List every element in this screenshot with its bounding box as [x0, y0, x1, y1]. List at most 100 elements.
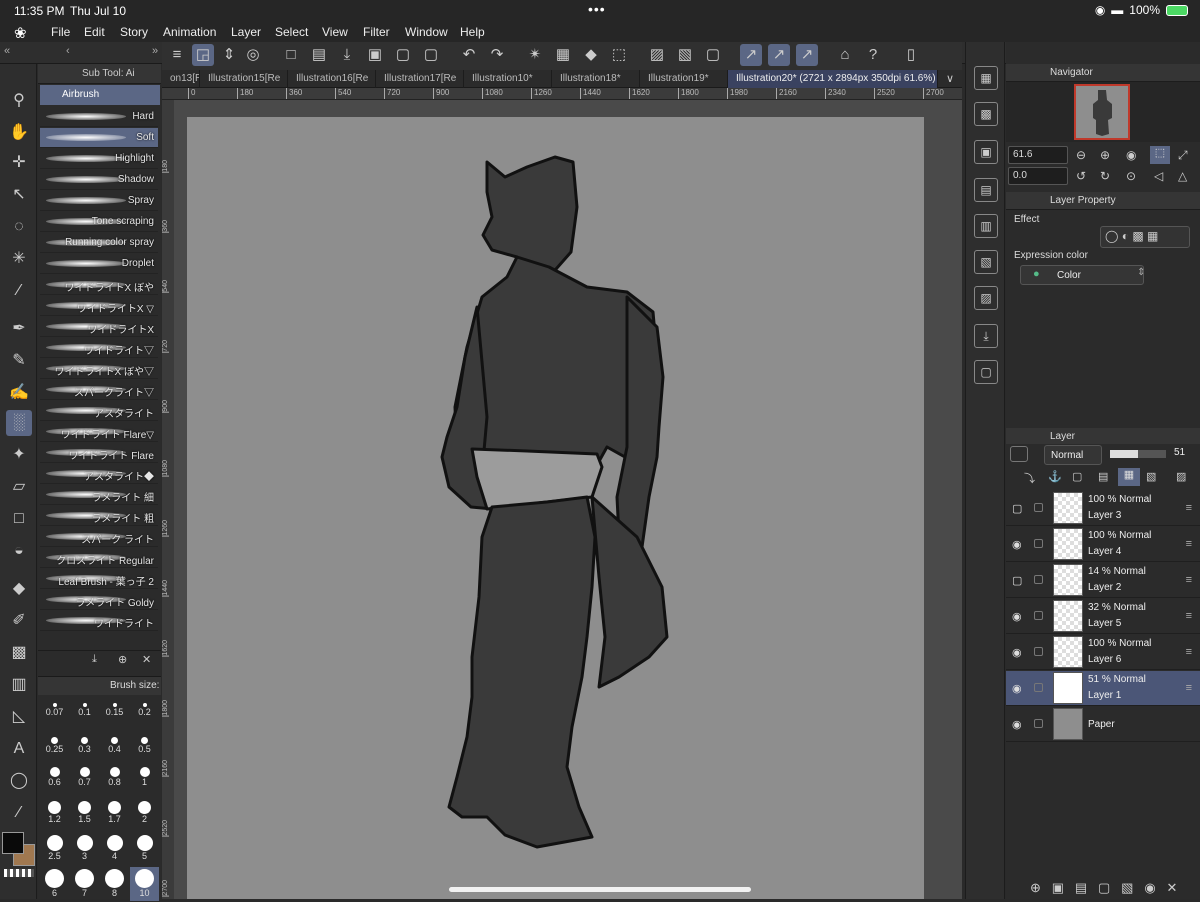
layer-row[interactable]: ◉ 100 % Normal Layer 4 ≡: [1006, 527, 1200, 562]
brush-size-option[interactable]: 2: [130, 799, 159, 833]
text-tool-icon[interactable]: A: [6, 736, 32, 762]
drawing-page[interactable]: [187, 117, 924, 899]
zoom-field[interactable]: 61.6: [1008, 146, 1068, 164]
color-set-icon[interactable]: ▩: [974, 102, 998, 126]
reset-rotation-icon[interactable]: ⊙: [1126, 169, 1136, 183]
open-folder-icon[interactable]: ▤: [308, 44, 330, 66]
navigator-thumbnail[interactable]: [1074, 84, 1130, 140]
document-tab[interactable]: Illustration19*: [640, 70, 728, 88]
document-tab[interactable]: Illustration15[Re: [200, 70, 288, 88]
intermediate-color-icon[interactable]: ▣: [974, 140, 998, 164]
ruler-tool-icon[interactable]: ◺: [6, 704, 32, 730]
brush-item[interactable]: Hard: [40, 107, 158, 127]
rotate-right-icon[interactable]: ↻: [1100, 169, 1110, 183]
actual-size-icon[interactable]: ◉: [1126, 148, 1136, 162]
fill-tool-icon[interactable]: ◆: [6, 576, 32, 602]
brush-size-option[interactable]: 0.07: [40, 697, 69, 731]
gradient-tool-icon[interactable]: ▩: [6, 640, 32, 666]
help-icon[interactable]: ?: [862, 44, 884, 66]
stabilize-2-icon[interactable]: ↗: [768, 44, 790, 66]
brush-size-option[interactable]: 0.7: [70, 765, 99, 799]
layer-row[interactable]: ▢ 100 % Normal Layer 3 ≡: [1006, 491, 1200, 526]
menu-animation[interactable]: Animation: [163, 25, 216, 39]
fit-screen-icon[interactable]: ⬚: [1150, 146, 1170, 164]
layer-menu-icon[interactable]: ≡: [1186, 610, 1192, 622]
layer-menu-icon[interactable]: ≡: [1186, 502, 1192, 514]
transform-icon[interactable]: ⬚: [608, 44, 630, 66]
layer-lock-toggle[interactable]: [1034, 683, 1043, 692]
menu-file[interactable]: File: [51, 25, 70, 39]
home-indicator[interactable]: [449, 887, 751, 892]
collapse-left-icon[interactable]: «: [4, 45, 10, 57]
mask-icon[interactable]: ◉: [1144, 880, 1155, 895]
brush-item[interactable]: クロスライト Regular: [40, 548, 158, 568]
pencil-tool-icon[interactable]: ✎: [6, 348, 32, 374]
brush-item[interactable]: Soft: [40, 128, 158, 148]
menu-story[interactable]: Story: [120, 25, 148, 39]
correct-line-icon[interactable]: ∕: [6, 800, 32, 826]
brush-tool-icon[interactable]: ✍: [6, 380, 32, 406]
tabs-chevron-down-icon[interactable]: ∨: [946, 72, 954, 85]
approximate-color-icon[interactable]: ▤: [974, 178, 998, 202]
export-clip-icon[interactable]: ▣: [364, 44, 386, 66]
zoom-in-icon[interactable]: ⊕: [1100, 148, 1110, 162]
brush-size-option[interactable]: 0.2: [130, 697, 159, 731]
menu-layer[interactable]: Layer: [231, 25, 261, 39]
download-icon[interactable]: ⤓: [92, 653, 97, 666]
material-icon[interactable]: ▧: [974, 250, 998, 274]
expand-subtool-icon[interactable]: »: [152, 45, 158, 57]
brush-size-option[interactable]: 4: [100, 833, 129, 867]
brush-item[interactable]: スパークライト▽: [40, 380, 158, 400]
draft-layer-icon[interactable]: ▢: [1072, 470, 1082, 483]
brush-size-option[interactable]: 1.2: [40, 799, 69, 833]
document-tab[interactable]: Illustration16[Re: [288, 70, 376, 88]
multitask-dots-icon[interactable]: •••: [588, 1, 606, 17]
brush-item[interactable]: ワイドライト: [40, 611, 158, 631]
brush-size-option[interactable]: 0.3: [70, 731, 99, 765]
brush-item[interactable]: ワイドライトX ぼや▽: [40, 359, 158, 379]
stabilize-1-icon[interactable]: ↗: [740, 44, 762, 66]
brush-size-option[interactable]: 0.15: [100, 697, 129, 731]
device-icon[interactable]: ▯: [900, 44, 922, 66]
object-tool-icon[interactable]: ↖: [6, 182, 32, 208]
effect-buttons[interactable]: ◯ ◐ ▩ ▦: [1100, 226, 1190, 248]
brush-item[interactable]: Droplet: [40, 254, 158, 274]
brush-item[interactable]: Leaf Brush - 葉っ子 2: [40, 569, 158, 589]
brush-item[interactable]: アスタライト◆: [40, 464, 158, 484]
layer-more-icon[interactable]: ▨: [1176, 470, 1186, 483]
frame-tool-icon[interactable]: ▥: [6, 672, 32, 698]
menu-filter[interactable]: Filter: [363, 25, 390, 39]
brush-size-option[interactable]: 10: [130, 867, 159, 901]
brush-size-option[interactable]: 0.6: [40, 765, 69, 799]
layer-lock-toggle[interactable]: [1034, 539, 1043, 548]
document-tab[interactable]: Illustration17[Re: [376, 70, 464, 88]
modify-tool-icon[interactable]: ◲: [192, 44, 214, 66]
brush-size-option[interactable]: 3: [70, 833, 99, 867]
app-logo-icon[interactable]: ❀: [14, 24, 27, 42]
brush-item[interactable]: ワイドライト▽: [40, 338, 158, 358]
search-layer-icon[interactable]: ▨: [974, 286, 998, 310]
lock-layer-icon[interactable]: ▤: [1098, 470, 1108, 483]
document-tab[interactable]: Illustration10*: [464, 70, 552, 88]
layer-menu-icon[interactable]: ≡: [1186, 646, 1192, 658]
invert-selection-icon[interactable]: ▧: [674, 44, 696, 66]
brush-size-option[interactable]: 0.5: [130, 731, 159, 765]
layer-mask-toggle[interactable]: [1010, 446, 1028, 462]
selection-border-icon[interactable]: ▢: [702, 44, 724, 66]
lock-transparent-icon[interactable]: ▦: [1118, 468, 1140, 486]
move-tool-icon[interactable]: ✛: [6, 150, 32, 176]
eye-icon[interactable]: ◉: [1012, 718, 1022, 731]
menu-select[interactable]: Select: [275, 25, 308, 39]
color-history-icon[interactable]: ▥: [974, 214, 998, 238]
layer-row[interactable]: ▢ 14 % Normal Layer 2 ≡: [1006, 563, 1200, 598]
undo-icon[interactable]: ↶: [458, 44, 480, 66]
copy-layer-icon[interactable]: ▢: [1098, 880, 1110, 895]
clip-layer-icon[interactable]: ⤵: [1024, 470, 1035, 486]
blend-tool-icon[interactable]: ◒: [6, 538, 32, 564]
brush-item[interactable]: アスタライト: [40, 401, 158, 421]
new-vector-layer-icon[interactable]: ▣: [1052, 880, 1064, 895]
pen-tool-icon[interactable]: ✒: [6, 316, 32, 342]
opacity-slider[interactable]: [1110, 450, 1166, 458]
brush-size-option[interactable]: 7: [70, 867, 99, 901]
brush-size-option[interactable]: 0.4: [100, 731, 129, 765]
